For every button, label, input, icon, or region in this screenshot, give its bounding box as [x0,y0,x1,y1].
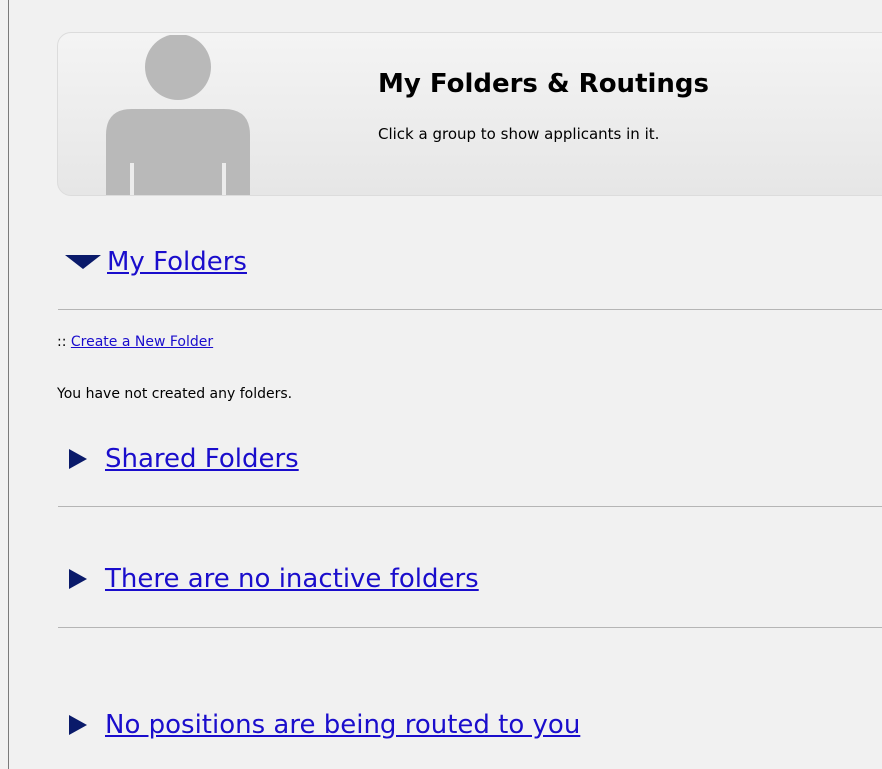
triangle-right-icon [69,569,87,589]
divider [58,506,882,507]
section-routings[interactable]: No positions are being routed to you [66,710,580,740]
window-border [8,0,9,769]
person-avatar-icon [98,34,258,195]
section-inactive-folders[interactable]: There are no inactive folders [66,564,479,594]
triangle-right-icon [69,449,87,469]
create-folder-prefix: :: [57,334,67,350]
my-folders-link[interactable]: My Folders [107,247,247,277]
section-shared-folders[interactable]: Shared Folders [66,444,299,474]
inactive-folders-link[interactable]: There are no inactive folders [105,564,479,594]
section-my-folders[interactable]: My Folders [65,247,247,277]
routings-link[interactable]: No positions are being routed to you [105,710,580,740]
divider [58,627,882,628]
page-title: My Folders & Routings [378,69,710,99]
divider [58,309,882,310]
create-new-folder-link[interactable]: Create a New Folder [71,334,213,350]
create-folder-row: :: Create a New Folder [57,334,213,350]
page-subtitle: Click a group to show applicants in it. [378,125,660,143]
triangle-right-icon [69,715,87,735]
header-card: My Folders & Routings Click a group to s… [57,32,882,196]
no-folders-message: You have not created any folders. [57,386,293,402]
triangle-down-icon [65,255,101,269]
shared-folders-link[interactable]: Shared Folders [105,444,299,474]
